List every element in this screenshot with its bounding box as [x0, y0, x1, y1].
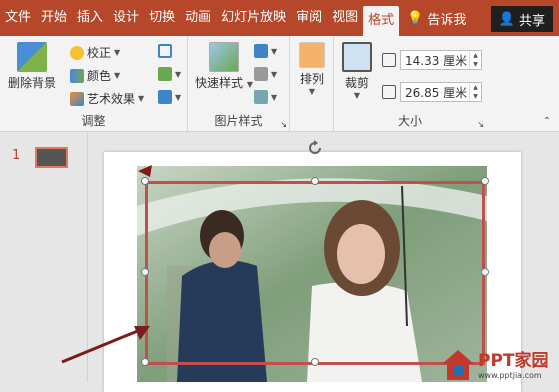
tab-file[interactable]: 文件: [0, 0, 36, 36]
resize-handle-bottom-left[interactable]: [141, 358, 149, 366]
effects-icon: [254, 67, 268, 81]
width-input[interactable]: 26.85 厘米 ▲ ▼: [400, 82, 482, 102]
watermark-logo: PPT家园 www.pptjia.com: [440, 344, 559, 382]
tell-me-label: 告诉我: [427, 12, 467, 28]
width-value: 26.85 厘米: [405, 85, 468, 100]
dialog-launcher-icon[interactable]: ↘: [477, 120, 484, 129]
picture-layout-button[interactable]: ▼: [254, 90, 277, 104]
tell-me-search[interactable]: 💡 告诉我: [407, 9, 466, 28]
height-value: 14.33 厘米: [405, 53, 468, 68]
change-picture-icon: [158, 67, 172, 81]
resize-handle-left[interactable]: [141, 268, 149, 276]
compress-pictures-button[interactable]: [158, 44, 172, 58]
lightbulb-icon: 💡: [407, 10, 424, 26]
color-palette-icon: [70, 68, 84, 83]
group-picture-styles: 快速样式 ▼ ▼ ▼ ▼ 图片样式 ↘: [188, 36, 290, 132]
chevron-down-icon: ▼: [114, 48, 121, 57]
group-arrange: 排列 ▼: [290, 36, 334, 132]
tab-home[interactable]: 开始: [36, 0, 72, 36]
tab-view[interactable]: 视图: [327, 0, 363, 36]
chevron-down-icon: ▼: [175, 92, 182, 102]
share-button[interactable]: 👤 共享: [490, 6, 553, 32]
tab-review[interactable]: 审阅: [291, 0, 327, 36]
remove-background-button[interactable]: 删除背景: [6, 42, 58, 91]
height-spinner[interactable]: ▲ ▼: [469, 51, 481, 69]
color-label: 颜色: [87, 69, 112, 83]
chevron-down-icon: ▼: [138, 94, 145, 103]
slide-thumbnail-pane: [0, 133, 88, 382]
tab-format[interactable]: 格式: [363, 6, 400, 36]
crop-button[interactable]: 裁剪 ▼: [340, 42, 374, 100]
reset-picture-icon: [158, 90, 172, 104]
person-icon: 👤: [498, 11, 515, 27]
group-size: 裁剪 ▼ 14.33 厘米 ▲ ▼ 26.85 厘米 ▲ ▼ 大小 ↘: [334, 36, 486, 132]
corrections-button[interactable]: 校正 ▼: [70, 44, 120, 61]
remove-background-icon: [17, 42, 47, 72]
height-input[interactable]: 14.33 厘米 ▲ ▼: [400, 50, 482, 70]
slide-number: 1: [12, 148, 21, 163]
chevron-down-icon: ▼: [353, 91, 361, 100]
artistic-effects-button[interactable]: 艺术效果 ▼: [70, 90, 144, 107]
resize-handle-top-left[interactable]: [141, 177, 149, 185]
quick-styles-label: 快速样式: [195, 76, 244, 90]
resize-handle-bottom[interactable]: [311, 358, 319, 366]
ribbon-format: 删除背景 校正 ▼ 颜色 ▼ 艺术效果 ▼ ▼ ▼ 调整 快速样式 ▼ ▼ ▼ …: [0, 36, 559, 132]
group-adjust: 删除背景 校正 ▼ 颜色 ▼ 艺术效果 ▼ ▼ ▼ 调整: [0, 36, 188, 132]
house-logo-icon: [442, 350, 474, 380]
group-label-picture-styles: 图片样式: [214, 114, 263, 128]
height-icon: [382, 53, 396, 67]
resize-handle-right[interactable]: [481, 268, 489, 276]
arrange-icon: [299, 42, 325, 68]
chevron-down-icon: ▼: [175, 69, 182, 79]
selection-frame[interactable]: [145, 181, 485, 365]
tab-animations[interactable]: 动画: [180, 0, 216, 36]
layout-icon: [254, 90, 268, 104]
width-spinner[interactable]: ▲ ▼: [469, 83, 481, 101]
chevron-down-icon: ▼: [271, 92, 278, 102]
remove-background-label: 删除背景: [7, 76, 56, 90]
tab-insert[interactable]: 插入: [72, 0, 108, 36]
change-picture-button[interactable]: ▼: [158, 67, 181, 81]
reset-picture-button[interactable]: ▼: [158, 90, 181, 104]
arrange-label: 排列: [299, 72, 324, 86]
sun-icon: [70, 45, 84, 60]
chevron-down-icon: ▼: [114, 71, 121, 80]
tab-transitions[interactable]: 切换: [144, 0, 180, 36]
corrections-label: 校正: [87, 46, 112, 60]
resize-handle-top-right[interactable]: [481, 177, 489, 185]
slide-thumbnail[interactable]: [35, 147, 68, 168]
group-label-size: 大小: [397, 114, 422, 128]
ribbon-tab-bar: 文件 开始 插入 设计 切换 动画 幻灯片放映 审阅 视图 格式 💡 告诉我 👤…: [0, 0, 559, 36]
resize-handle-top[interactable]: [311, 177, 319, 185]
quick-styles-icon: [209, 42, 239, 72]
chevron-down-icon: ▼: [271, 46, 278, 56]
rotate-handle-icon[interactable]: [306, 139, 324, 157]
crop-label: 裁剪: [344, 76, 369, 90]
color-button[interactable]: 颜色 ▼: [70, 67, 120, 84]
crop-icon: [342, 42, 372, 72]
arrange-button[interactable]: 排列 ▼: [296, 42, 328, 96]
chevron-down-icon: ▼: [308, 87, 316, 96]
width-icon: [382, 85, 396, 99]
compress-icon: [158, 44, 172, 58]
dialog-launcher-icon[interactable]: ↘: [280, 120, 287, 129]
pen-icon: [254, 44, 268, 58]
picture-effects-button[interactable]: ▼: [254, 67, 277, 81]
watermark-brand: PPT家园: [478, 351, 549, 371]
quick-styles-button[interactable]: 快速样式 ▼: [194, 42, 254, 91]
watermark-url: www.pptjia.com: [478, 371, 542, 380]
picture-border-button[interactable]: ▼: [254, 44, 277, 58]
tab-design[interactable]: 设计: [108, 0, 144, 36]
artistic-effects-icon: [70, 91, 84, 106]
chevron-down-icon: ▼: [246, 80, 253, 89]
artistic-effects-label: 艺术效果: [87, 92, 136, 106]
chevron-down-icon: ▼: [271, 69, 278, 79]
share-label: 共享: [518, 13, 545, 29]
group-label-adjust: 调整: [81, 114, 106, 128]
collapse-ribbon-icon[interactable]: ⌃: [543, 116, 551, 127]
tab-slideshow[interactable]: 幻灯片放映: [216, 0, 291, 36]
